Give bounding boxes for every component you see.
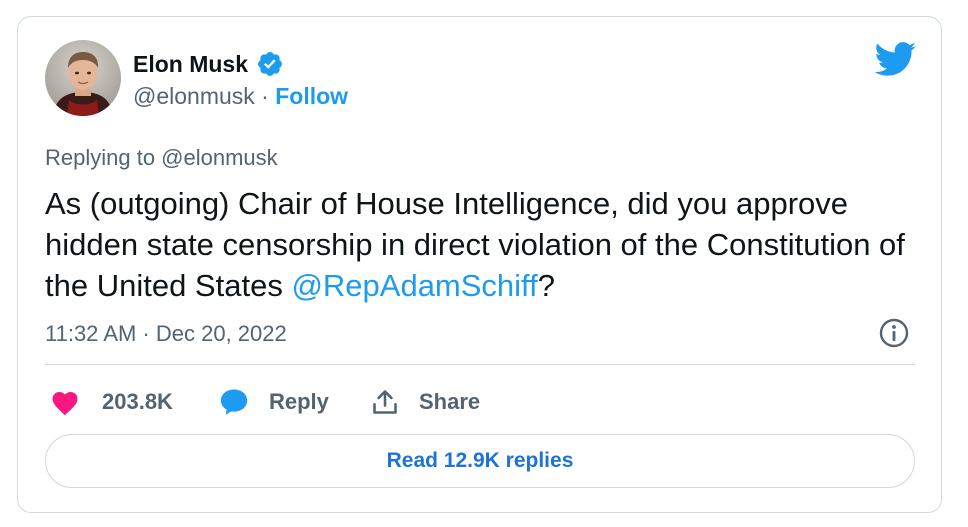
read-replies-label: Read 12.9K replies: [386, 449, 574, 472]
tweet-text: As (outgoing) Chair of House Intelligenc…: [45, 183, 915, 306]
verified-badge-icon: [256, 50, 284, 78]
author-handle-row: @elonmusk · Follow: [133, 83, 348, 110]
share-label: Share: [419, 389, 481, 414]
handle-separator: ·: [254, 83, 276, 109]
follow-button[interactable]: Follow: [275, 83, 348, 109]
share-icon: [373, 390, 397, 414]
heart-icon: [52, 392, 78, 416]
tweet-timestamp[interactable]: 11:32 AM · Dec 20, 2022: [45, 321, 287, 347]
tweet-text-end: ?: [537, 268, 555, 303]
reply-button[interactable]: Reply: [219, 385, 329, 419]
replying-to: Replying to @elonmusk: [45, 145, 278, 170]
tweet-card: Elon Musk @elonmusk · Follow Replying to…: [17, 16, 942, 513]
avatar-photo: [45, 40, 121, 116]
share-button[interactable]: Share: [371, 385, 480, 419]
reply-bubble-icon: [220, 389, 248, 415]
author-name[interactable]: Elon Musk: [133, 51, 248, 78]
mention-link[interactable]: @RepAdamSchiff: [291, 268, 537, 303]
like-count: 203.8K: [102, 389, 173, 414]
reply-label: Reply: [269, 389, 329, 414]
info-icon[interactable]: [878, 317, 910, 349]
author-handle[interactable]: @elonmusk: [133, 83, 255, 109]
author-name-row: Elon Musk: [133, 50, 284, 78]
divider: [45, 364, 915, 365]
read-replies-button[interactable]: Read 12.9K replies: [45, 434, 915, 488]
like-button[interactable]: 203.8K: [50, 385, 173, 419]
twitter-bird-icon[interactable]: [874, 41, 917, 76]
avatar[interactable]: [45, 40, 121, 116]
